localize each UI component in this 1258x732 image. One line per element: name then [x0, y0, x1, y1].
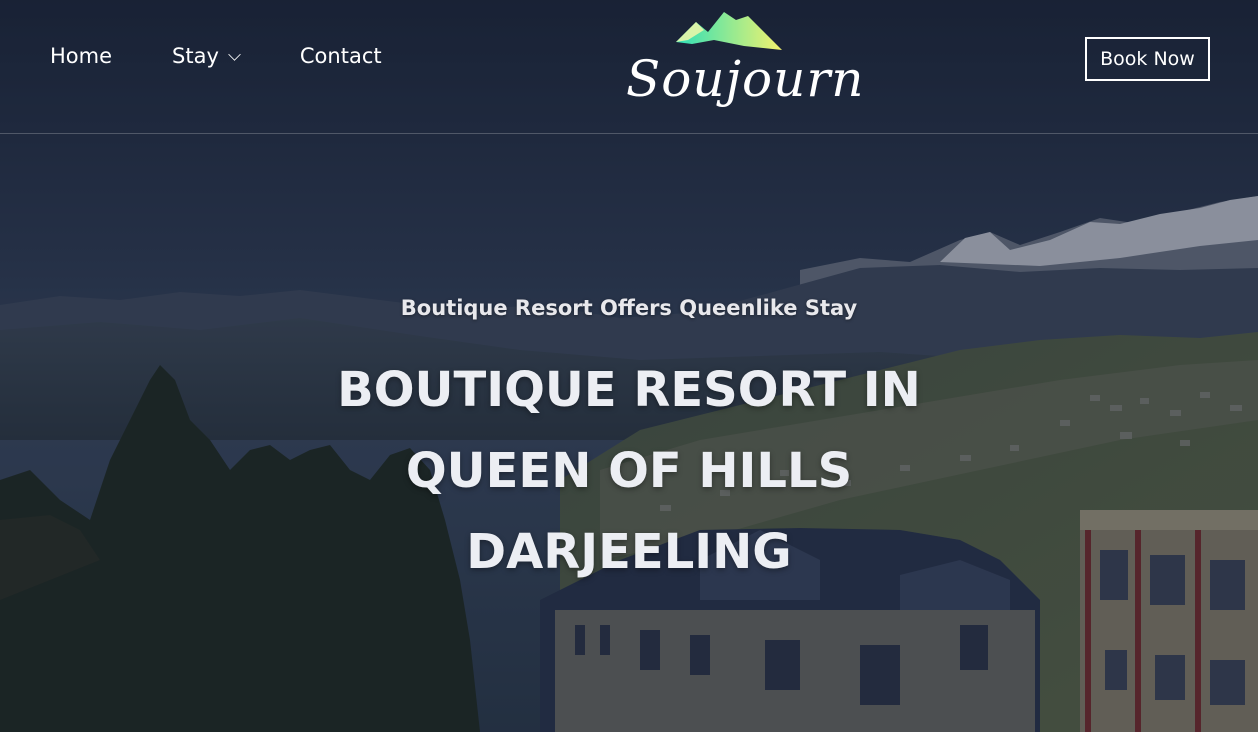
- nav-contact-link[interactable]: Contact: [300, 44, 382, 68]
- site-header: Home Stay Contact Soujourn Book Now: [0, 0, 1258, 134]
- mountain-icon: [676, 12, 782, 50]
- hero-title-line: BOUTIQUE RESORT IN: [337, 362, 921, 418]
- logo-wordmark: Soujourn: [626, 50, 865, 108]
- chevron-down-icon: [228, 47, 241, 61]
- nav-stay-dropdown[interactable]: Stay: [172, 44, 241, 68]
- hero-title: BOUTIQUE RESORT IN QUEEN OF HILLS DARJEE…: [0, 350, 1258, 593]
- site-logo[interactable]: Soujourn: [626, 6, 865, 124]
- nav-home-label: Home: [50, 44, 113, 68]
- nav-contact-label: Contact: [299, 44, 382, 68]
- hero-subtitle: Boutique Resort Offers Queenlike Stay: [400, 296, 858, 320]
- book-now-button[interactable]: Book Now: [1085, 37, 1210, 81]
- main-nav: Home Stay Contact: [50, 44, 382, 68]
- nav-stay-label: Stay: [172, 44, 219, 68]
- nav-home-link[interactable]: Home: [50, 44, 112, 68]
- hero-title-line: DARJEELING: [466, 524, 792, 580]
- hero-title-line: QUEEN OF HILLS: [405, 443, 853, 499]
